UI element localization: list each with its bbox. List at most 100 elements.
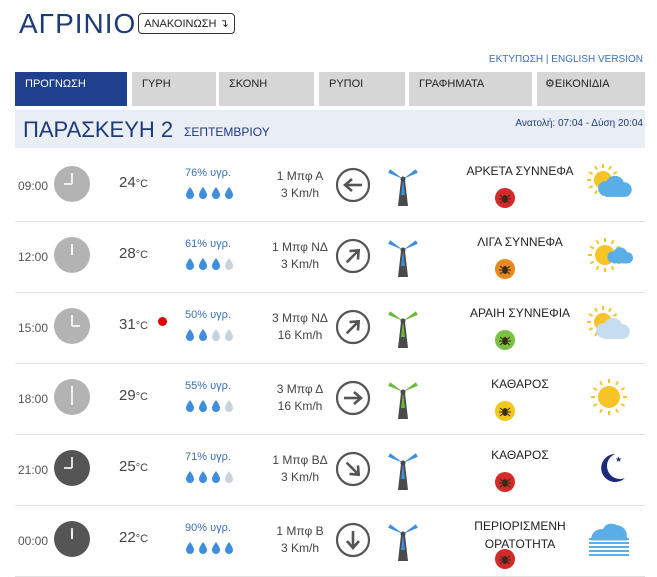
- weather-condition: ΛΙΓΑ ΣΥΝΝΕΦΑ: [435, 233, 605, 251]
- humidity-drops: [185, 257, 241, 271]
- forecast-row: 09:00 24°C 76% υγρ. 1 Μπφ Α 3 Km/h ΑΡΚΕΤΑ ΣΥΝ…: [15, 150, 645, 222]
- temperature: 29°C: [119, 387, 148, 404]
- heat-alert-dot: [158, 317, 167, 326]
- humidity-drop-icon: [198, 328, 208, 341]
- sun-cloudy-icon: [585, 164, 633, 204]
- mosquito-badge-icon: [495, 401, 515, 421]
- top-links: ΕΚΤΥΠΩΣΗ | ENGLISH VERSION: [489, 54, 643, 65]
- gear-icon: ⚙: [545, 78, 555, 90]
- humidity-drops: [185, 328, 241, 342]
- weather-condition: ΑΡΚΕΤΑ ΣΥΝΝΕΦΑ: [435, 162, 605, 180]
- tab-pollen-label: ΓΥΡΗ: [142, 78, 171, 90]
- forecast-row: 00:00 22°C 90% υγρ. 1 Μπφ Β 3 Km/h ΠΕΡΙΟΡΙΣΜΕ…: [15, 505, 645, 577]
- temperature-unit: °C: [135, 320, 149, 332]
- tab-icons[interactable]: ⚙ΕΙΚΟΝΙΔΙΑ: [537, 72, 645, 106]
- mosquito-badge-icon: [495, 259, 515, 279]
- moon-icon: ★: [585, 448, 633, 488]
- wind-speed: 16 Km/h: [277, 399, 323, 413]
- wind-info: 1 Μπφ ΒΔ 3 Km/h: [255, 452, 345, 486]
- wind-turbine-icon: [385, 304, 421, 350]
- humidity-drop-icon: [211, 186, 221, 199]
- english-version-link[interactable]: ENGLISH VERSION: [551, 54, 643, 65]
- wind-turbine-icon: [385, 375, 421, 421]
- condition-text: ΑΡΑΙΗ ΣΥΝΝΕΦΙΑ: [469, 306, 571, 320]
- temperature: 24°C: [119, 174, 148, 191]
- clock-icon: [54, 237, 90, 273]
- condition-text: ΚΑΘΑΡΟΣ: [491, 377, 549, 391]
- temperature-value: 24: [119, 174, 136, 191]
- wind-speed: 3 Km/h: [280, 541, 319, 555]
- clock-icon: [54, 450, 90, 486]
- wind-speed: 3 Km/h: [280, 257, 319, 271]
- humidity-text: 55% υγρ.: [185, 380, 231, 392]
- forecast-row: 15:00 31°C 50% υγρ. 3 Μπφ ΝΔ 16 Km/h ΑΡΑΙΗ ΣΥ…: [15, 292, 645, 364]
- forecast-time: 09:00: [18, 179, 49, 193]
- humidity-drop-icon: [185, 541, 195, 554]
- temperature-unit: °C: [135, 533, 149, 545]
- wind-beaufort: 1 Μπφ ΒΔ: [272, 453, 328, 467]
- humidity-drop-icon: [185, 470, 195, 483]
- wind-beaufort: 1 Μπφ Β: [276, 524, 324, 538]
- forecast-time: 21:00: [18, 463, 49, 477]
- tab-pollen[interactable]: ΓΥΡΗ: [132, 72, 216, 106]
- sunrise-sunset: Ανατολή: 07:04 - Δύση 20:04: [515, 118, 643, 129]
- condition-text-line: ΟΡΑΤΟΤΗΤΑ: [484, 537, 556, 551]
- temperature-unit: °C: [135, 462, 149, 474]
- temperature: 31°C: [119, 316, 148, 333]
- forecast-time: 00:00: [18, 534, 49, 548]
- fog-icon: [585, 519, 633, 559]
- sun-pale-cloud-icon: [585, 306, 633, 346]
- city-title: ΑΓΡΙΝΙΟ: [19, 8, 137, 39]
- weather-condition: ΚΑΘΑΡΟΣ: [435, 446, 605, 464]
- tab-pollutants[interactable]: ΡΥΠΟΙ: [319, 72, 405, 106]
- humidity-drops: [185, 399, 241, 413]
- humidity-drop-icon: [224, 186, 234, 199]
- temperature-value: 29: [119, 387, 136, 404]
- condition-text: ΛΙΓΑ ΣΥΝΝΕΦΑ: [477, 235, 563, 249]
- right-arrow-icon: [335, 380, 371, 416]
- humidity-drop-icon: [185, 186, 195, 199]
- temperature-value: 31: [119, 316, 136, 333]
- humidity-drop-icon: [185, 257, 195, 270]
- humidity-drop-icon: [198, 541, 208, 554]
- sun-icon: [585, 377, 633, 417]
- humidity-drop-icon: [198, 186, 208, 199]
- temperature-value: 22: [119, 529, 136, 546]
- tab-pollutants-label: ΡΥΠΟΙ: [329, 78, 364, 90]
- print-link[interactable]: ΕΚΤΥΠΩΣΗ: [489, 54, 543, 65]
- svg-text:★: ★: [615, 455, 622, 464]
- wind-info: 3 Μπφ ΝΔ 16 Km/h: [255, 310, 345, 344]
- humidity-drop-icon: [224, 470, 234, 483]
- temperature: 28°C: [119, 245, 148, 262]
- tab-dust[interactable]: ΣΚΟΝΗ: [219, 72, 314, 106]
- day-month: ΣΕΠΤΕΜΒΡΙΟΥ: [184, 125, 270, 139]
- mosquito-badge-icon: [495, 188, 515, 208]
- tab-bar: ΠΡΟΓΝΩΣΗ ΓΥΡΗ ΣΚΟΝΗ ΡΥΠΟΙ ΓΡΑΦΗΜΑΤΑ ⚙ΕΙΚ…: [15, 72, 645, 106]
- temperature-unit: °C: [135, 249, 149, 261]
- humidity-drop-icon: [211, 399, 221, 412]
- wind-beaufort: 3 Μπφ ΝΔ: [272, 311, 328, 325]
- humidity-drop-icon: [224, 257, 234, 270]
- condition-text: ΚΑΘΑΡΟΣ: [491, 448, 549, 462]
- mosquito-badge-icon: [495, 549, 515, 569]
- humidity-drops: [185, 470, 241, 484]
- tab-forecast[interactable]: ΠΡΟΓΝΩΣΗ: [15, 72, 127, 106]
- humidity-drop-icon: [224, 328, 234, 341]
- clock-icon: [54, 166, 90, 202]
- tab-graphs[interactable]: ΓΡΑΦΗΜΑΤΑ: [409, 72, 532, 106]
- announcement-arrow-icon: ↴: [219, 18, 229, 30]
- humidity-drops: [185, 541, 241, 555]
- humidity-text: 76% υγρ.: [185, 167, 231, 179]
- humidity-drop-icon: [185, 399, 195, 412]
- wind-speed: 16 Km/h: [277, 328, 323, 342]
- temperature-value: 28: [119, 245, 136, 262]
- down-right-arrow-icon: [335, 451, 371, 487]
- temperature-unit: °C: [135, 391, 149, 403]
- clock-icon: [54, 308, 90, 344]
- temperature-value: 25: [119, 458, 136, 475]
- humidity-drop-icon: [211, 328, 221, 341]
- humidity-text: 61% υγρ.: [185, 238, 231, 250]
- clock-icon: [54, 379, 90, 415]
- announcement-button[interactable]: ΑΝΑΚΟΙΝΩΣΗ ↴: [138, 13, 235, 34]
- up-right-arrow-icon: [335, 238, 371, 274]
